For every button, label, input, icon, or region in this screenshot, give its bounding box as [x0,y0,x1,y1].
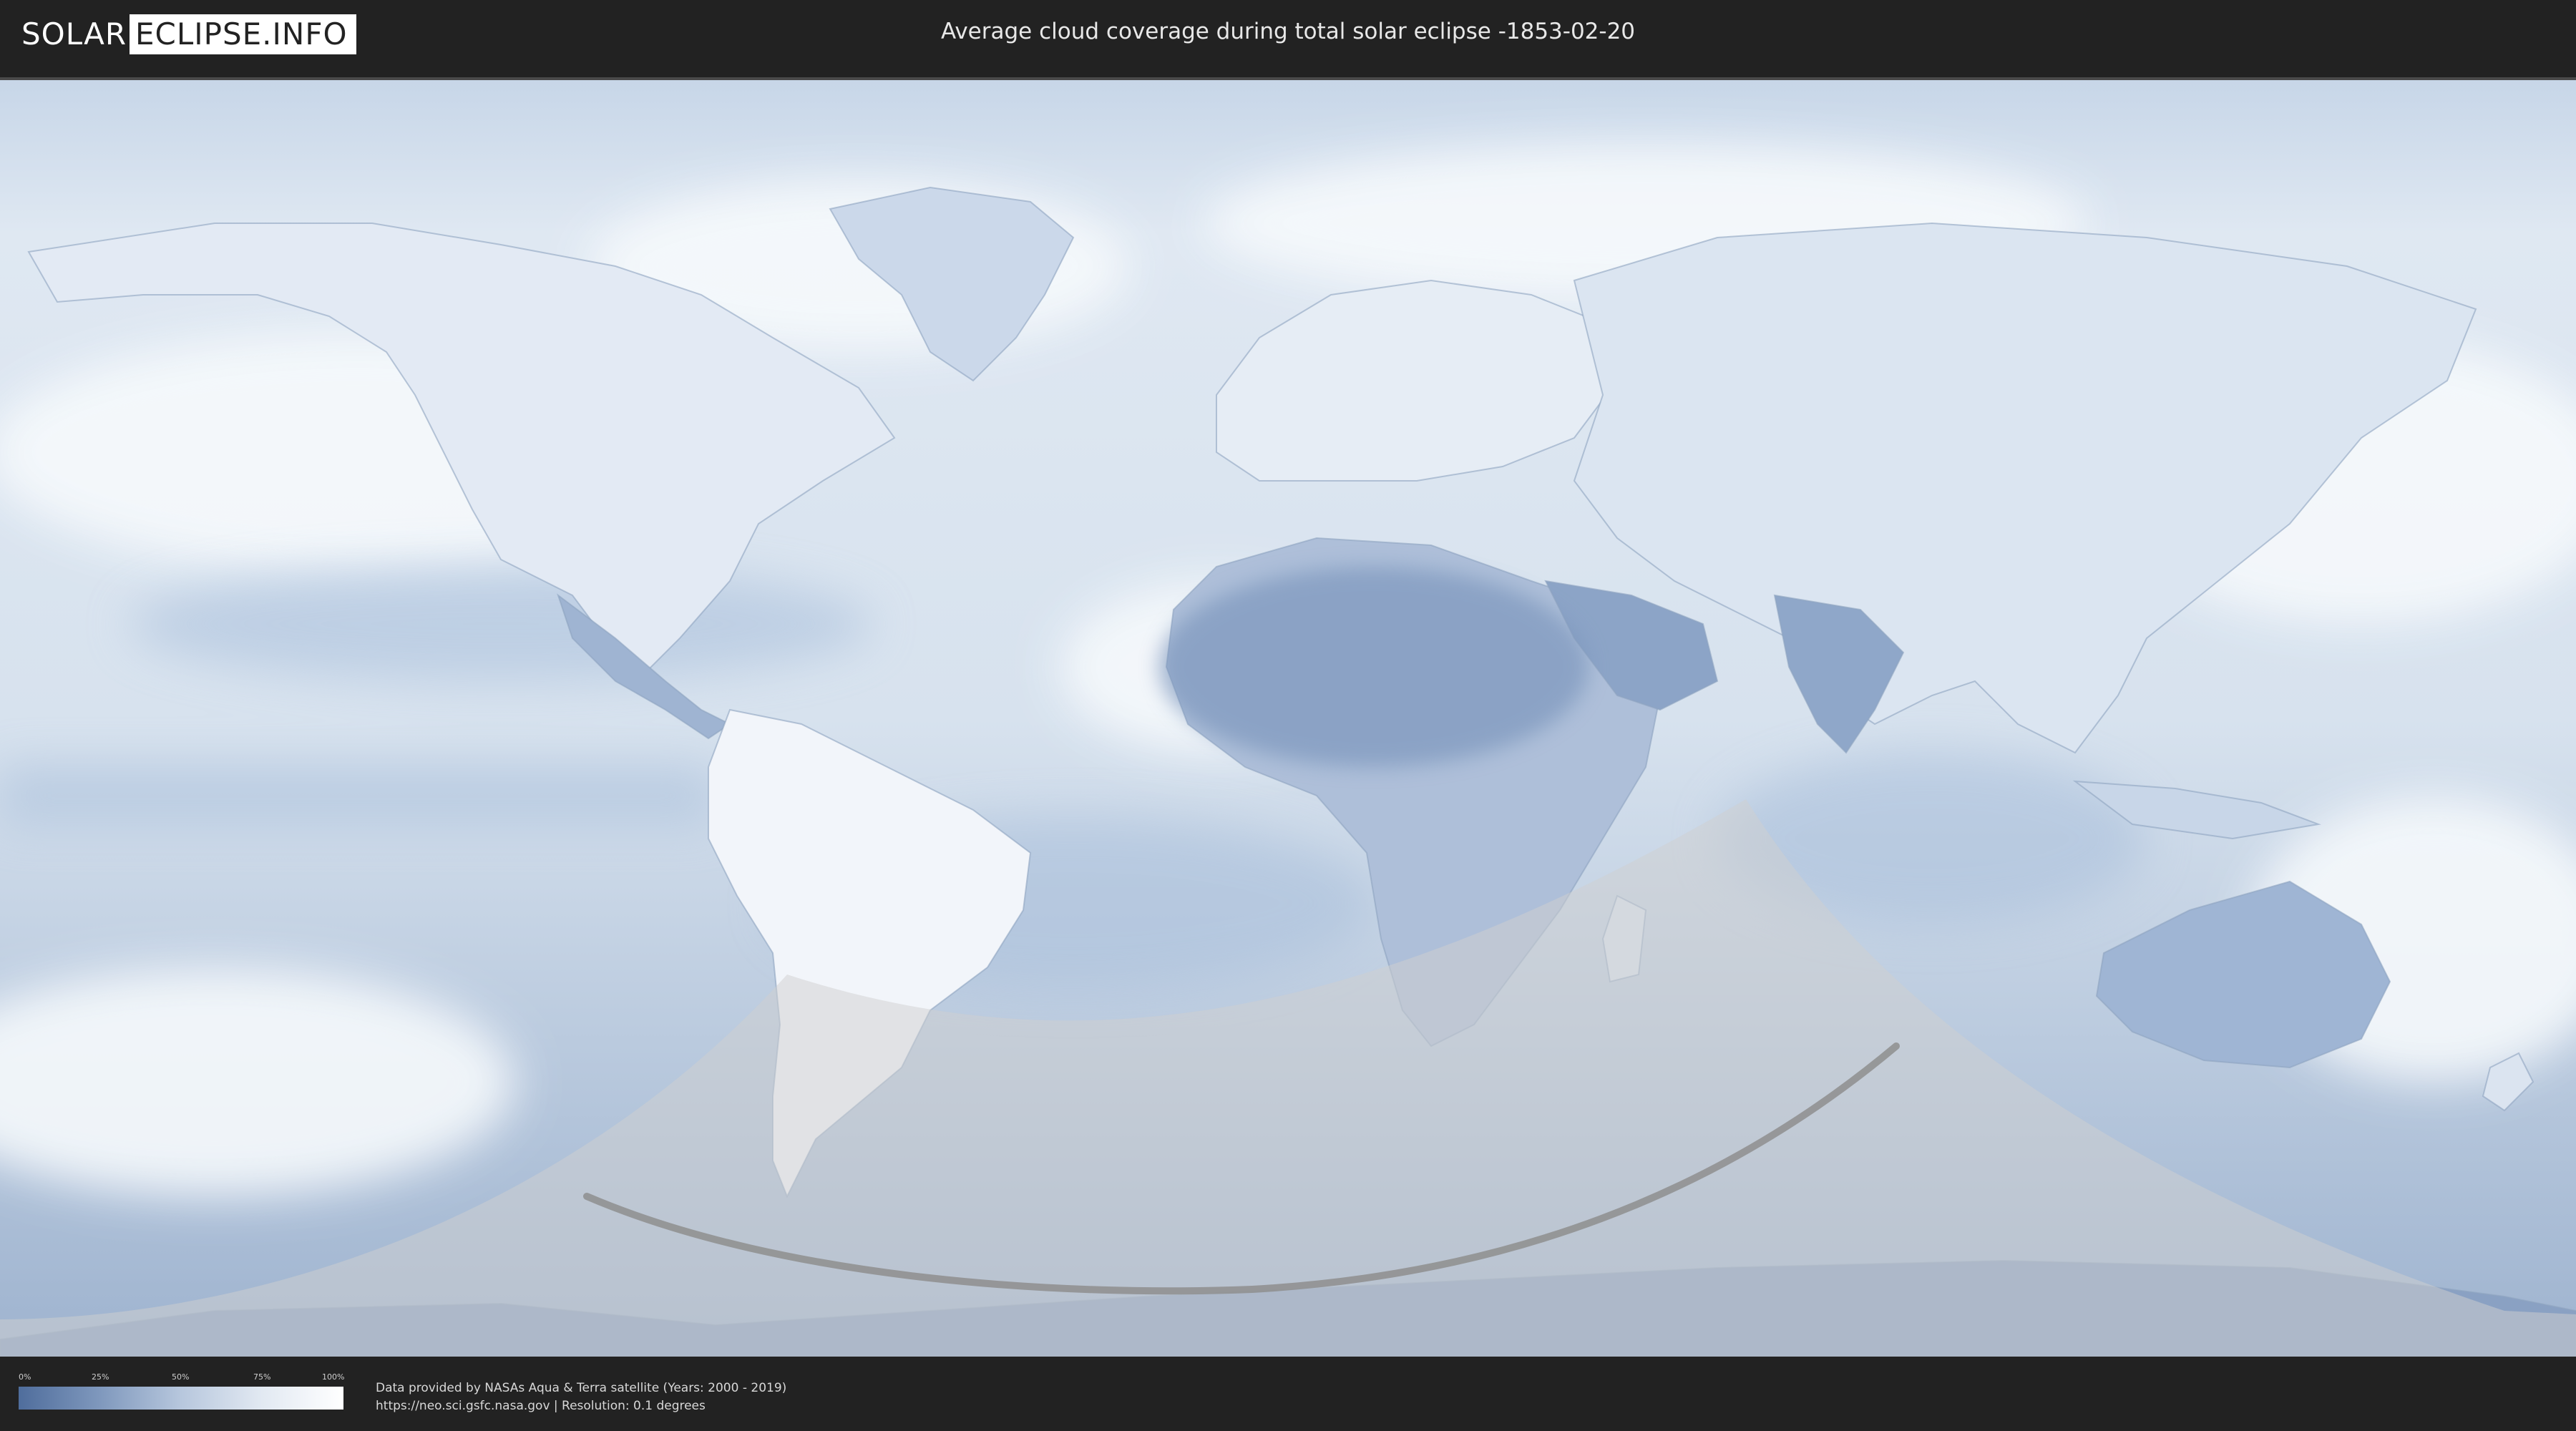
header-bar: SOLAR ECLIPSE.INFO Average cloud coverag… [0,0,2576,72]
legend-gradient-bar [19,1387,343,1410]
legend-tick-50: 50% [172,1372,190,1382]
cloud-coverage-map[interactable] [0,77,2576,1357]
credits-line-2[interactable]: https://neo.sci.gsfc.nasa.gov | Resoluti… [376,1397,786,1415]
sahara-dry-region [1159,567,1589,767]
credits-line-1: Data provided by NASAs Aqua & Terra sate… [376,1381,787,1395]
legend-tick-0: 0% [19,1372,31,1382]
footer-bar: 0% 25% 50% 75% 100% Data provided by NAS… [0,1357,2576,1431]
data-credits: Data provided by NASAs Aqua & Terra sate… [376,1379,786,1415]
world-map [0,80,2576,1357]
legend-tick-75: 75% [253,1372,271,1382]
legend-tick-25: 25% [92,1372,109,1382]
page-title: Average cloud coverage during total sola… [940,19,1636,44]
legend-tick-100: 100% [322,1372,345,1382]
